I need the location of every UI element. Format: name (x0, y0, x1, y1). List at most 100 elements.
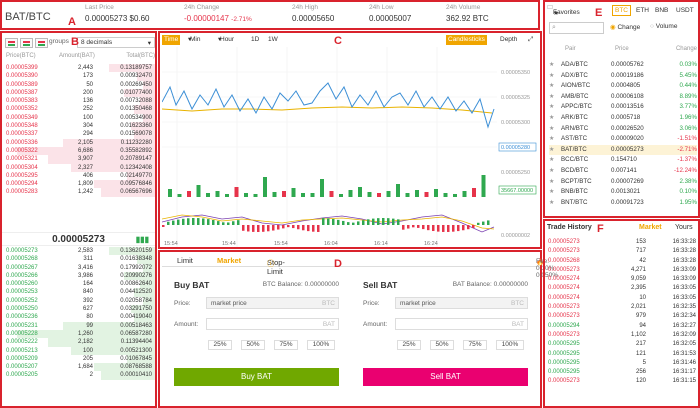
star-icon[interactable]: ★ (549, 155, 555, 166)
chart-1w-button[interactable]: 1W (266, 35, 280, 45)
star-icon[interactable]: ★ (549, 60, 555, 71)
bid-row[interactable]: 0.00005250 627 0.03291750 (2, 305, 155, 314)
ask-row[interactable]: 0.00005349 100 0.00534900 (2, 113, 155, 123)
ask-row[interactable]: 0.00005283 1,242 0.06567696 (2, 188, 155, 197)
tab-history-market[interactable]: Market (639, 224, 662, 231)
chart-hour-button[interactable]: Hour ▾ (216, 35, 234, 45)
bid-row[interactable]: 0.00005213 100 0.00521300 (2, 346, 155, 355)
market-row[interactable]: ★ BCPT/BTC 0.00007269 2.38% (549, 177, 697, 188)
buy-button[interactable]: Buy BAT (174, 368, 339, 386)
market-search-input[interactable]: ⌕ (549, 22, 604, 34)
market-row[interactable]: ★ ARN/BTC 0.00026520 3.06% (549, 124, 697, 135)
chart-min-button[interactable]: Min ▾ (186, 35, 200, 45)
buy-amount-input[interactable]: BAT (206, 318, 339, 330)
bid-row[interactable]: 0.00005231 99 0.00518463 (2, 321, 155, 330)
sell-price-input[interactable]: market price BTC (395, 297, 528, 309)
star-icon[interactable]: ★ (549, 113, 555, 124)
sell-75-button[interactable]: 75% (463, 340, 487, 350)
tab-market[interactable]: Market (217, 256, 241, 265)
sell-button[interactable]: Sell BAT (363, 368, 528, 386)
ask-row[interactable]: 0.00005383 136 0.00732088 (2, 97, 155, 106)
tab-eth[interactable]: ETH (633, 5, 652, 16)
bid-row[interactable]: 0.00005253 840 0.04412520 (2, 288, 155, 297)
bid-row[interactable]: 0.00005222 2,182 0.11394404 (2, 338, 155, 347)
star-icon[interactable]: ★ (549, 166, 555, 177)
sell-25-button[interactable]: 25% (397, 340, 421, 350)
star-icon[interactable]: ★ (549, 92, 555, 103)
star-icon[interactable]: ★ (549, 198, 555, 209)
macd-bar (212, 220, 215, 225)
decimals-select[interactable]: 8 decimals ▾ (77, 37, 155, 48)
bid-price: 0.00005207 (6, 364, 38, 371)
bid-row[interactable]: 0.00005252 392 0.02058784 (2, 296, 155, 306)
orderbook-both-icon[interactable] (5, 38, 18, 48)
buy-100-button[interactable]: 100% (307, 340, 335, 350)
ask-row[interactable]: 0.00005295 406 0.02149770 (2, 171, 155, 181)
star-icon[interactable]: ★ (549, 71, 555, 82)
tab-usdt[interactable]: USDT (673, 5, 697, 16)
ask-row[interactable]: 0.00005352 252 0.01350468 (2, 105, 155, 114)
bid-row[interactable]: 0.00005207 1,684 0.08768588 (2, 363, 155, 372)
orderbook-buy-icon[interactable] (35, 38, 48, 48)
star-icon[interactable]: ★ (549, 81, 555, 92)
market-row[interactable]: ★ ADA/BTC 0.00005762 0.03% (549, 60, 697, 71)
bid-row[interactable]: 0.00005236 80 0.00419040 (2, 313, 155, 322)
star-icon[interactable]: ★ (549, 177, 555, 188)
tab-favorites[interactable]: ★ Favorites (547, 5, 580, 17)
market-row[interactable]: ★ AST/BTC 0.00009020 -1.51% (549, 134, 697, 145)
tab-limit[interactable]: Limit (177, 256, 193, 265)
sell-amount-input[interactable]: BAT (395, 318, 528, 330)
tab-history-yours[interactable]: Yours (675, 224, 693, 231)
bid-row[interactable]: 0.00005266 3,986 0.20990276 (2, 271, 155, 281)
market-row[interactable]: ★ BCC/BTC 0.154710 -1.37% (549, 155, 697, 166)
fullscreen-icon[interactable]: ⤢ (526, 35, 535, 45)
sell-50-button[interactable]: 50% (430, 340, 454, 350)
orderbook-sell-icon[interactable] (20, 38, 33, 48)
bid-row[interactable]: 0.00005268 311 0.01638348 (2, 255, 155, 264)
bid-row[interactable]: 0.00005273 2,583 0.13620159 (2, 247, 155, 256)
market-row[interactable]: ★ ARK/BTC 0.0005718 1.96% (549, 113, 697, 124)
bid-row[interactable]: 0.00005205 2 0.00010410 (2, 371, 155, 380)
ask-row[interactable]: 0.00005390 173 0.00932470 (2, 72, 155, 81)
buy-price-input[interactable]: market price BTC (206, 297, 339, 309)
tab-bnb[interactable]: BNB (652, 5, 671, 16)
sell-100-button[interactable]: 100% (496, 340, 524, 350)
depth-button[interactable]: Depth (498, 35, 519, 45)
candlesticks-button[interactable]: Candlesticks (446, 35, 487, 45)
market-row[interactable]: ★ ADX/BTC 0.00019186 5.45% (549, 71, 697, 82)
ask-row[interactable]: 0.00005336 2,105 0.11232280 (2, 138, 155, 147)
star-icon[interactable]: ★ (549, 102, 555, 113)
ask-row[interactable]: 0.00005399 2,443 0.13189757 (2, 64, 155, 73)
buy-50-button[interactable]: 50% (241, 340, 265, 350)
star-icon[interactable]: ★ (549, 124, 555, 135)
ask-row[interactable]: 0.00005294 1,809 0.09576846 (2, 180, 155, 189)
buy-25-button[interactable]: 25% (208, 340, 232, 350)
buy-75-button[interactable]: 75% (274, 340, 298, 350)
bid-row[interactable]: 0.00005267 3,416 0.17992072 (2, 263, 155, 272)
market-row[interactable]: ★ APPC/BTC 0.00013516 3.77% (549, 102, 697, 113)
star-icon[interactable]: ★ (549, 187, 555, 198)
star-icon[interactable]: ★ (549, 145, 555, 156)
market-row[interactable]: ★ BNT/BTC 0.00091723 1.95% (549, 198, 697, 209)
market-row[interactable]: ★ AION/BTC 0.0004805 0.44% (549, 81, 697, 92)
ask-row[interactable]: 0.00005337 294 0.01569078 (2, 130, 155, 139)
ask-row[interactable]: 0.00005322 6,686 0.35582892 (2, 146, 155, 156)
radio-volume[interactable]: ○ Volume (650, 23, 677, 30)
tab-btc[interactable]: BTC (612, 5, 631, 16)
radio-change[interactable]: ◉ Change (610, 23, 640, 31)
ask-row[interactable]: 0.00005389 50 0.00269450 (2, 80, 155, 89)
market-row[interactable]: ★ BNB/BTC 0.0013021 0.10% (549, 187, 697, 198)
ask-row[interactable]: 0.00005304 2,327 0.12342408 (2, 163, 155, 172)
ask-row[interactable]: 0.00005348 304 0.01623360 (2, 122, 155, 131)
bid-row[interactable]: 0.00005260 164 0.00862640 (2, 280, 155, 289)
ask-row[interactable]: 0.00005321 3,907 0.20789147 (2, 155, 155, 164)
ask-row[interactable]: 0.00005387 200 0.01077400 (2, 88, 155, 98)
market-row[interactable]: ★ BCD/BTC 0.007141 -12.24% (549, 166, 697, 177)
market-row[interactable]: ★ BAT/BTC 0.00005273 -2.71% (549, 144, 697, 156)
star-icon[interactable]: ★ (549, 134, 555, 145)
market-row[interactable]: ★ AMB/BTC 0.00006108 8.89% (549, 92, 697, 103)
bid-row[interactable]: 0.00005209 205 0.01067845 (2, 354, 155, 364)
bid-row[interactable]: 0.00005228 1,260 0.06587280 (2, 329, 155, 339)
chart-1d-button[interactable]: 1D (249, 35, 261, 45)
chart-time-button[interactable]: Time (162, 35, 181, 45)
